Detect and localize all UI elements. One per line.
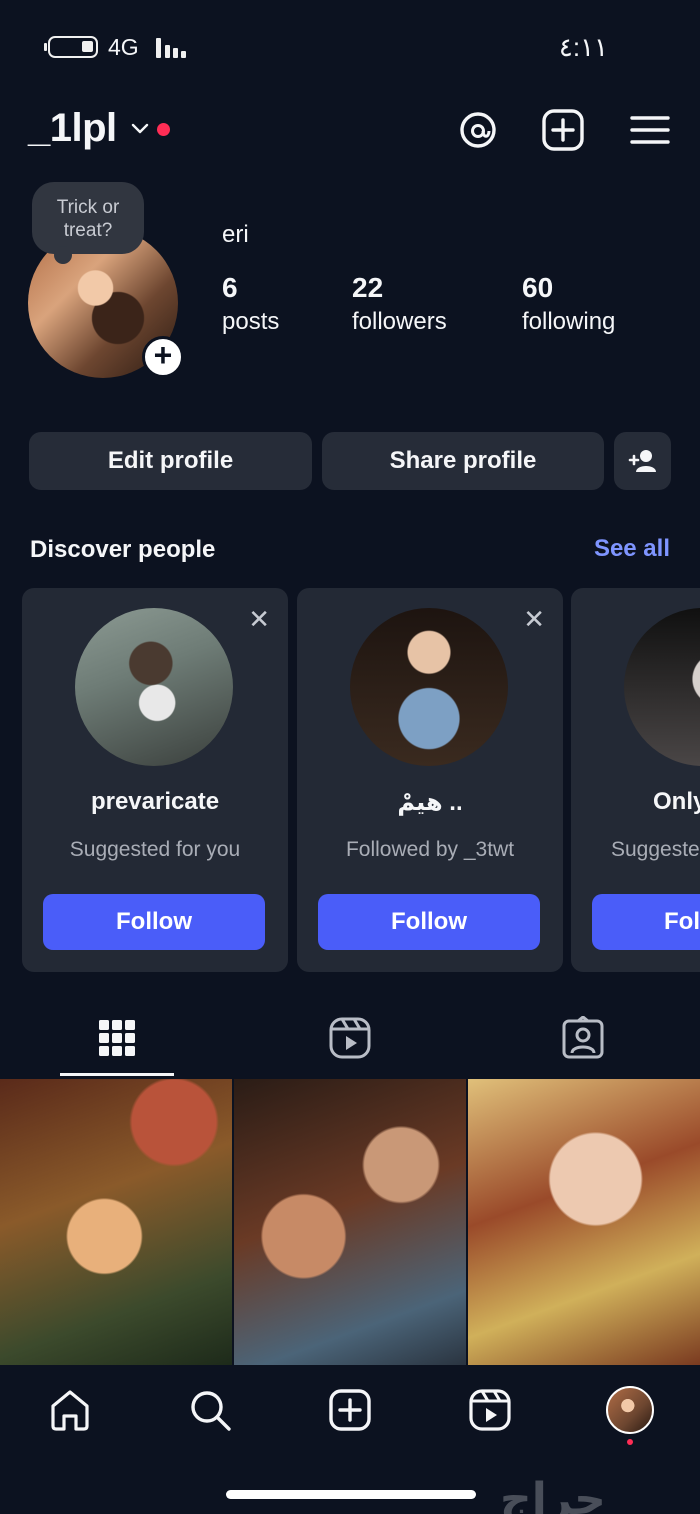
close-icon[interactable]: ✕ bbox=[248, 604, 270, 635]
grid-icon[interactable] bbox=[95, 1016, 139, 1060]
active-indicator-dot bbox=[627, 1439, 633, 1445]
status-bar: 4G ٤:١١ bbox=[0, 30, 700, 64]
close-icon[interactable]: ✕ bbox=[523, 604, 545, 635]
tagged-icon[interactable] bbox=[561, 1016, 605, 1060]
stat-label: followers bbox=[352, 308, 447, 335]
post-thumbnail[interactable] bbox=[234, 1079, 466, 1365]
bottom-navigation: حراج bbox=[0, 1366, 700, 1514]
follow-button[interactable]: Follow bbox=[43, 894, 265, 950]
create-post-icon[interactable] bbox=[328, 1388, 372, 1432]
account-switcher[interactable]: _1lpl bbox=[28, 106, 117, 151]
suggestion-card[interactable]: ✕ prevaricate Suggested for you Follow bbox=[22, 588, 288, 972]
stat-label: posts bbox=[222, 308, 280, 335]
stat-value: 22 bbox=[352, 272, 384, 303]
add-person-icon bbox=[628, 450, 656, 472]
reels-icon[interactable] bbox=[328, 1016, 372, 1060]
stat-value: 60 bbox=[522, 272, 554, 303]
profile-nav-avatar[interactable] bbox=[606, 1386, 654, 1434]
suggestion-avatar[interactable] bbox=[75, 608, 233, 766]
suggestion-reason: Suggested for you bbox=[69, 838, 241, 861]
profile-name: eri bbox=[222, 221, 249, 248]
suggestion-card[interactable]: ✕ هيمْ .. Followed by _3twt Follow bbox=[297, 588, 563, 972]
follow-button[interactable]: Fol bbox=[592, 894, 700, 950]
see-all-link[interactable]: See all bbox=[594, 535, 670, 563]
watermark-logo: حراج bbox=[500, 1474, 606, 1514]
stat-following[interactable]: 60 following bbox=[522, 272, 615, 336]
edit-profile-button[interactable]: Edit profile bbox=[29, 432, 312, 490]
notification-dot bbox=[157, 123, 170, 136]
share-profile-button[interactable]: Share profile bbox=[322, 432, 604, 490]
suggestion-avatar[interactable] bbox=[350, 608, 508, 766]
suggestion-card[interactable]: Only Suggeste Fol bbox=[571, 588, 700, 972]
network-type: 4G bbox=[108, 34, 139, 60]
profile-header: _1lpl bbox=[0, 104, 700, 160]
suggestion-reason: Followed by _3twt bbox=[345, 838, 515, 861]
suggestion-avatar[interactable] bbox=[624, 608, 700, 766]
stat-label: following bbox=[522, 308, 616, 335]
note-bubble[interactable]: Trick or treat? bbox=[32, 182, 144, 264]
stat-value: 6 bbox=[222, 272, 238, 303]
home-indicator[interactable] bbox=[226, 1490, 476, 1499]
add-story-icon[interactable]: + bbox=[142, 336, 184, 378]
menu-icon[interactable] bbox=[628, 108, 672, 152]
search-icon[interactable] bbox=[188, 1388, 232, 1432]
signal-icon bbox=[156, 38, 192, 58]
battery-icon bbox=[44, 36, 98, 58]
reels-nav-icon[interactable] bbox=[468, 1388, 512, 1432]
discover-people-title: Discover people bbox=[30, 536, 216, 563]
clock: ٤:١١ bbox=[558, 32, 608, 62]
suggestion-name[interactable]: هيمْ .. bbox=[297, 788, 563, 817]
discover-people-button[interactable] bbox=[614, 432, 671, 490]
stat-posts[interactable]: 6 posts bbox=[222, 272, 279, 336]
suggestion-name[interactable]: prevaricate bbox=[22, 788, 288, 816]
threads-icon[interactable] bbox=[456, 108, 500, 152]
follow-button[interactable]: Follow bbox=[318, 894, 540, 950]
active-tab-indicator bbox=[60, 1073, 174, 1076]
create-icon[interactable] bbox=[541, 108, 585, 152]
post-thumbnail[interactable] bbox=[0, 1079, 232, 1365]
suggestion-reason: Suggeste bbox=[611, 838, 700, 861]
home-icon[interactable] bbox=[48, 1388, 92, 1432]
suggestion-name[interactable]: Only bbox=[653, 788, 700, 816]
chevron-down-icon[interactable] bbox=[130, 118, 150, 138]
stat-followers[interactable]: 22 followers bbox=[352, 272, 447, 336]
post-thumbnail[interactable] bbox=[468, 1079, 700, 1365]
